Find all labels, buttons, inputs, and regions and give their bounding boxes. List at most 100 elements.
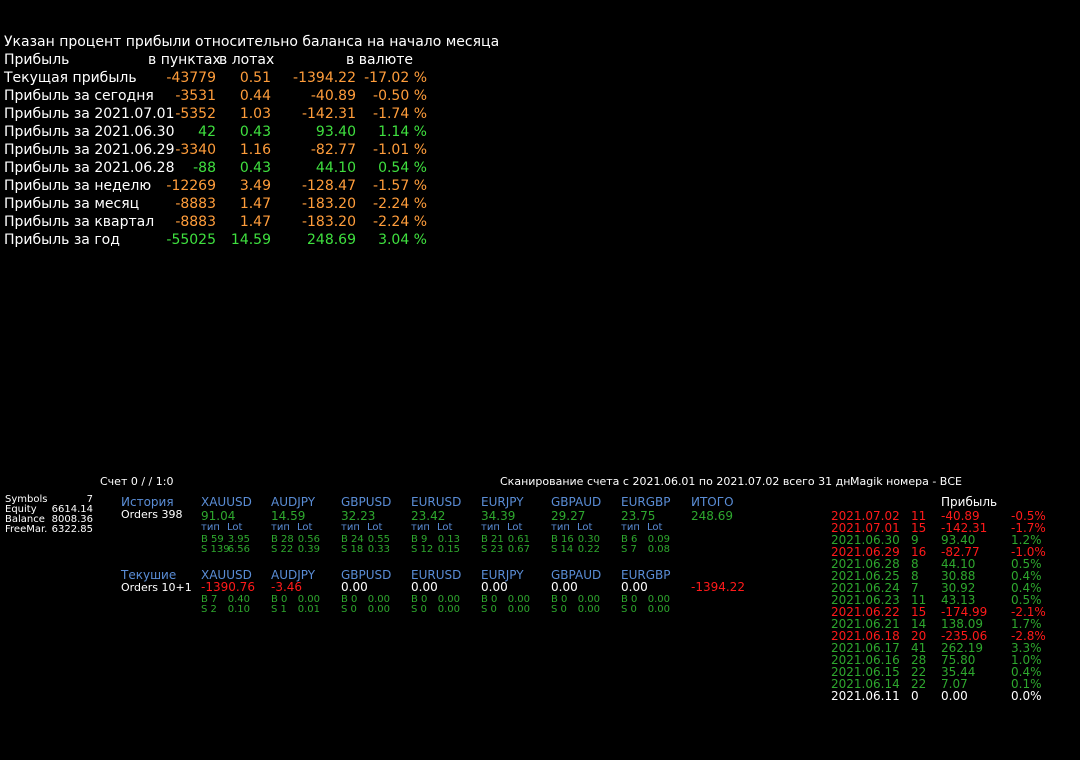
- current-sell-lot: 0.00: [437, 604, 460, 615]
- account-label: Счет 0 / / 1:0: [100, 475, 174, 488]
- profit-row-currency: -183.20: [301, 214, 356, 230]
- profit-row-points: 42: [198, 124, 216, 140]
- history-symbol-profit: 32.23: [341, 509, 376, 523]
- history-sell-lot: 0.33: [367, 544, 390, 555]
- profit-row-label: Прибыль за квартал: [4, 214, 155, 230]
- current-symbol-profit: 0.00: [481, 580, 508, 594]
- current-symbol-profit: 0.00: [551, 580, 578, 594]
- profit-row-points: -3340: [175, 142, 216, 158]
- profit-row-lots: 1.47: [239, 214, 271, 230]
- current-sell-count: S 1: [271, 604, 287, 615]
- history-sell-count: S 7: [621, 544, 637, 555]
- profit-row-percent: -2.24 %: [373, 196, 427, 212]
- current-total-value: -1394.22: [691, 580, 745, 594]
- profit-row-currency: -142.31: [301, 106, 356, 122]
- profit-row-lots: 0.43: [239, 160, 271, 176]
- current-title: Текушие: [121, 568, 177, 582]
- account-info-value: 6322.85: [51, 524, 93, 535]
- profit-row-percent: -17.02 %: [364, 70, 427, 86]
- history-lot-label: Lot: [367, 522, 383, 533]
- daily-row-count: 0: [911, 689, 919, 703]
- profit-row-lots: 3.49: [239, 178, 271, 194]
- history-sell-lot: 6.56: [227, 544, 250, 555]
- history-sell-lot: 0.39: [297, 544, 320, 555]
- profit-row-lots: 0.44: [239, 88, 271, 104]
- history-sell-lot: 0.08: [647, 544, 670, 555]
- current-sell-lot: 0.10: [227, 604, 250, 615]
- profit-row-label: Прибыль за сегодня: [4, 88, 154, 104]
- daily-row-date: 2021.06.11: [831, 689, 900, 703]
- history-lot-label: Lot: [577, 522, 593, 533]
- profit-row-points: -8883: [175, 196, 216, 212]
- current-symbol-profit: 0.00: [341, 580, 368, 594]
- history-sell-lot: 0.15: [437, 544, 460, 555]
- current-sell-count: S 0: [411, 604, 427, 615]
- history-symbol-name: XAUUSD: [201, 495, 252, 509]
- current-sell-lot: 0.00: [367, 604, 390, 615]
- history-lot-label: Lot: [227, 522, 243, 533]
- profit-row-points: -8883: [175, 214, 216, 230]
- profit-row-percent: 3.04 %: [378, 232, 427, 248]
- profit-header-points: в пунктах: [148, 52, 221, 68]
- history-symbol-profit: 29.27: [551, 509, 586, 523]
- profit-row-currency: -128.47: [301, 178, 356, 194]
- profit-row-lots: 0.43: [239, 124, 271, 140]
- profit-header-lots: в лотах: [219, 52, 275, 68]
- history-symbol-name: EURUSD: [411, 495, 462, 509]
- current-symbol-profit: 0.00: [621, 580, 648, 594]
- profit-row-lots: 1.47: [239, 196, 271, 212]
- history-symbol-name: AUDJPY: [271, 495, 316, 509]
- profit-row-currency: 44.10: [315, 160, 356, 176]
- profit-row-currency: 248.69: [307, 232, 356, 248]
- history-lot-label: Lot: [507, 522, 523, 533]
- history-symbol-profit: 14.59: [271, 509, 306, 523]
- profit-row-lots: 0.51: [239, 70, 271, 86]
- daily-row-profit: 0.00: [941, 689, 968, 703]
- profit-row-currency: -82.77: [310, 142, 356, 158]
- current-sell-lot: 0.00: [647, 604, 670, 615]
- profit-row-points: -88: [193, 160, 216, 176]
- history-total-value: 248.69: [691, 509, 733, 523]
- current-sell-count: S 0: [481, 604, 497, 615]
- profit-row-percent: 1.14 %: [378, 124, 427, 140]
- history-type-label: тип: [551, 522, 570, 533]
- profit-row-percent: -1.01 %: [373, 142, 427, 158]
- profit-row-currency: -183.20: [301, 196, 356, 212]
- profit-row-lots: 14.59: [230, 232, 271, 248]
- history-symbol-profit: 91.04: [201, 509, 236, 523]
- magic-numbers-label: Magik номера - ВСЕ: [850, 475, 962, 488]
- profit-row-points: -5352: [175, 106, 216, 122]
- history-lot-label: Lot: [297, 522, 313, 533]
- profit-row-percent: -0.50 %: [373, 88, 427, 104]
- profit-row-lots: 1.03: [239, 106, 271, 122]
- profit-panel-title: Указан процент прибыли относительно бала…: [4, 34, 500, 50]
- history-type-label: тип: [481, 522, 500, 533]
- history-symbol-name: GBPAUD: [551, 495, 602, 509]
- profit-header-currency: в валюте: [346, 52, 414, 68]
- history-orders: Orders 398: [121, 508, 183, 521]
- current-symbol-profit: -1390.76: [201, 580, 255, 594]
- daily-row-percent: 0.0%: [1011, 689, 1042, 703]
- current-sell-lot: 0.00: [577, 604, 600, 615]
- profit-row-points: -3531: [175, 88, 216, 104]
- current-sell-lot: 0.00: [507, 604, 530, 615]
- history-sell-lot: 0.67: [507, 544, 530, 555]
- history-symbol-profit: 34.39: [481, 509, 516, 523]
- profit-row-percent: -1.74 %: [373, 106, 427, 122]
- history-symbol-name: EURJPY: [481, 495, 524, 509]
- history-type-label: тип: [201, 522, 220, 533]
- profit-header-label: Прибыль: [4, 52, 70, 68]
- profit-row-label: Прибыль за месяц: [4, 196, 140, 212]
- history-sell-lot: 0.22: [577, 544, 600, 555]
- history-type-label: тип: [621, 522, 640, 533]
- history-lot-label: Lot: [437, 522, 453, 533]
- history-symbol-profit: 23.75: [621, 509, 656, 523]
- history-type-label: тип: [341, 522, 360, 533]
- history-symbol-name: EURGBP: [621, 495, 671, 509]
- profit-row-currency: -40.89: [310, 88, 356, 104]
- profit-row-currency: 93.40: [315, 124, 356, 140]
- scan-period-text: Сканирование счета с 2021.06.01 по 2021.…: [500, 475, 854, 488]
- current-symbol-profit: 0.00: [411, 580, 438, 594]
- current-sell-count: S 0: [341, 604, 357, 615]
- profit-row-currency: -1394.22: [293, 70, 356, 86]
